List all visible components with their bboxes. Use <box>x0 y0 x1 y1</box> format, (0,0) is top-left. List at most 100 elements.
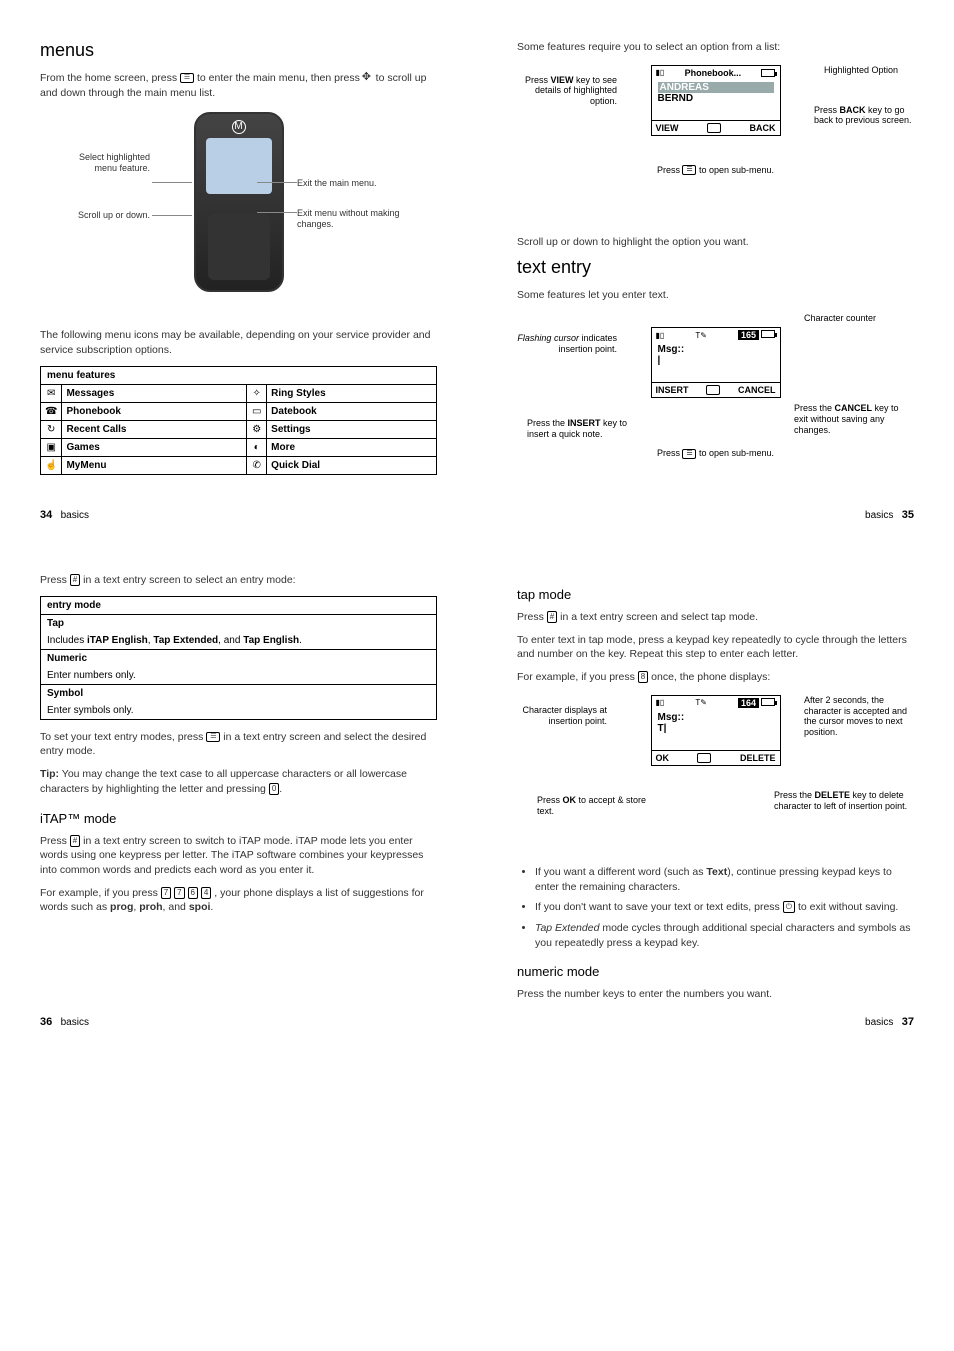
tap-bullets: If you want a different word (such as Te… <box>517 865 914 950</box>
screen-title: Phonebook... <box>685 68 742 78</box>
set-mode-para: To set your text entry modes, press ☰ in… <box>40 730 437 759</box>
heading-menus: menus <box>40 40 437 61</box>
text: . <box>279 783 282 795</box>
more-icon: ◐ <box>247 438 267 456</box>
page-37: tap mode Press # in a text entry screen … <box>477 533 954 1040</box>
digit-key-icon: 7 <box>161 887 171 899</box>
cursor: | <box>658 355 774 366</box>
callout-open-submenu: Press ☰ to open sub-menu. <box>656 165 776 176</box>
footer: 34 basics <box>40 509 89 521</box>
numeric-para: Press the number keys to enter the numbe… <box>517 987 914 1002</box>
motorola-logo-icon: M <box>232 120 246 134</box>
callout-after2: After 2 seconds, the character is accept… <box>804 695 914 738</box>
text: in a text entry screen to select an entr… <box>80 574 295 586</box>
bullet-2: If you don't want to save your text or t… <box>535 900 914 915</box>
text-entry-intro: Some features let you enter text. <box>517 288 914 303</box>
text: , and <box>163 901 189 913</box>
datebook-icon: ▭ <box>247 402 267 420</box>
menu-item: Settings <box>267 420 437 438</box>
page-number: 37 <box>902 1016 914 1028</box>
callout-view: Press VIEW key to see details of highlig… <box>517 75 617 107</box>
text: proh <box>139 901 162 913</box>
scroll-highlight: Scroll up or down to highlight the optio… <box>517 235 914 250</box>
heading-numeric-mode: numeric mode <box>517 964 914 979</box>
text: Press <box>40 574 70 586</box>
recentcalls-icon: ↻ <box>41 420 62 438</box>
digit-key-icon: 6 <box>188 887 198 899</box>
tap-intro: Press # in a text entry screen and selec… <box>517 610 914 625</box>
text-entry-diagram: ▮▯T✎165 Msg:: | INSERTCANCEL Character c… <box>517 313 914 483</box>
callout-flashing: Flashing cursor indicates insertion poin… <box>517 333 617 355</box>
callout-ok: Press OK to accept & store text. <box>537 795 647 817</box>
menu-key-icon <box>697 753 711 763</box>
footer: basics 35 <box>865 509 914 521</box>
menus-para2: The following menu icons may be availabl… <box>40 328 437 357</box>
callout-back: Press BACK key to go back to previous sc… <box>814 105 914 127</box>
menu-key-icon <box>706 385 720 395</box>
msg-label: Msg:: <box>658 344 774 355</box>
mymenu-icon: ☝ <box>41 456 62 474</box>
p35-intro: Some features require you to select an o… <box>517 40 914 55</box>
page-number: 35 <box>902 509 914 521</box>
heading-itap: iTAP™ mode <box>40 811 437 826</box>
text: . <box>210 901 213 913</box>
menu-key-icon <box>707 123 721 133</box>
heading-tap-mode: tap mode <box>517 587 914 602</box>
digit-key-icon: 7 <box>174 887 184 899</box>
tap-para: To enter text in tap mode, press a keypa… <box>517 633 914 662</box>
callout-line <box>152 215 192 216</box>
battery-icon <box>761 698 775 706</box>
tap-example-intro: For example, if you press 8 once, the ph… <box>517 670 914 685</box>
menu-item: More <box>267 438 437 456</box>
tip-label: Tip: <box>40 768 59 780</box>
text: Press <box>517 611 547 623</box>
page-35: Some features require you to select an o… <box>477 0 954 533</box>
menu-item: Ring Styles <box>267 384 437 402</box>
tap-diagram: ▮▯T✎164 Msg:: T| OKDELETE Character disp… <box>517 695 914 845</box>
screen-mock-phonebook: ▮▯Phonebook... ANDREAS BERND VIEWBACK <box>651 65 781 136</box>
footer-label: basics <box>865 1017 893 1028</box>
text: to enter the main menu, then press <box>194 72 363 84</box>
screen-mock-tap: ▮▯T✎164 Msg:: T| OKDELETE <box>651 695 781 766</box>
screen-mock-msg: ▮▯T✎165 Msg:: | INSERTCANCEL <box>651 327 781 398</box>
games-icon: ▣ <box>41 438 62 456</box>
end-key-icon: ⏻ <box>783 901 795 913</box>
row-tap-body: Includes iTAP English, Tap Extended, and… <box>41 632 437 650</box>
callout-line <box>257 182 297 183</box>
text: For example, if you press <box>517 671 638 683</box>
menu-item: Datebook <box>267 402 437 420</box>
digit-key-icon: 8 <box>638 671 648 683</box>
menu-item: MyMenu <box>62 456 247 474</box>
itap-para: Press # in a text entry screen to switch… <box>40 834 437 878</box>
callout-insert: Press the INSERT key to insert a quick n… <box>527 418 647 440</box>
msg-label: Msg:: <box>658 712 774 723</box>
quickdial-icon: ✆ <box>247 456 267 474</box>
heading-text-entry: text entry <box>517 257 914 278</box>
menu-item: Quick Dial <box>267 456 437 474</box>
menu-features-table: menu features ✉Messages✧Ring Styles ☎Pho… <box>40 366 437 475</box>
signal-icon: ▮▯ <box>656 68 665 77</box>
ringstyles-icon: ✧ <box>247 384 267 402</box>
messages-icon: ✉ <box>41 384 62 402</box>
text: in a text entry screen to switch to iTAP… <box>40 835 423 876</box>
bullet-3: Tap Extended mode cycles through additio… <box>535 921 914 950</box>
entry-mode-table: entry mode Tap Includes iTAP English, Ta… <box>40 596 437 720</box>
callout-exit-main: Exit the main menu. <box>297 178 407 189</box>
text: in a text entry screen and select tap mo… <box>557 611 758 623</box>
page-36: Press # in a text entry screen to select… <box>0 533 477 1040</box>
phone-diagram: M Select highlighted menu feature. Scrol… <box>40 112 437 312</box>
menu-key-icon: ☰ <box>206 732 220 742</box>
menu-item: Messages <box>62 384 247 402</box>
callout-line <box>257 212 297 213</box>
phone-body: M <box>194 112 284 292</box>
list-item: BERND <box>658 93 774 104</box>
menu-item: Recent Calls <box>62 420 247 438</box>
softkey-back: BACK <box>749 123 775 133</box>
footer: basics 37 <box>865 1016 914 1028</box>
footer-label: basics <box>865 510 893 521</box>
menu-key-icon: ☰ <box>180 73 194 83</box>
text: Press <box>40 835 70 847</box>
menus-intro: From the home screen, press ☰ to enter t… <box>40 71 437 100</box>
itap-example: For example, if you press 7 7 6 4 , your… <box>40 886 437 915</box>
list-item-highlighted: ANDREAS <box>658 82 774 93</box>
